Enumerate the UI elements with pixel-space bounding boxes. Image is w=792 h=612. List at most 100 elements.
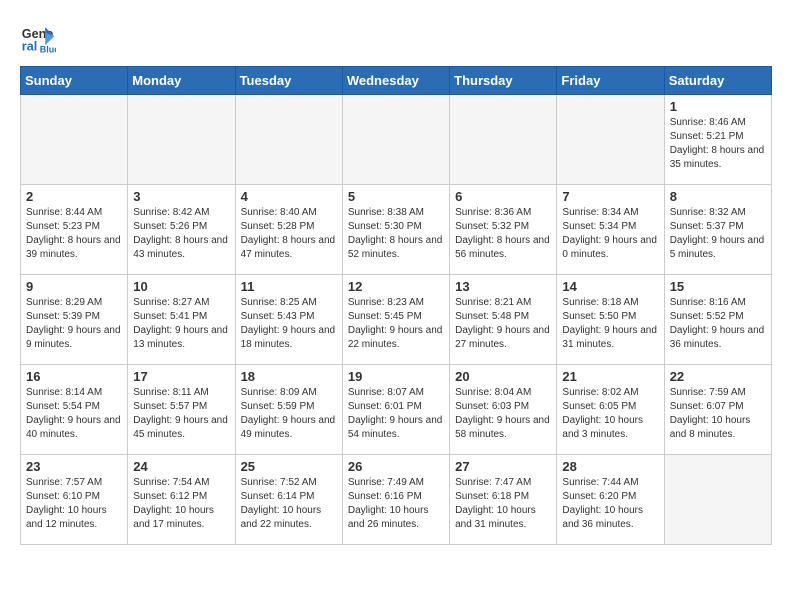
day-number: 22 <box>670 369 766 384</box>
day-info: Sunrise: 8:18 AM Sunset: 5:50 PM Dayligh… <box>562 296 658 352</box>
svg-text:ral: ral <box>22 40 37 54</box>
day-number: 18 <box>241 369 337 384</box>
week-row-3: 9Sunrise: 8:29 AM Sunset: 5:39 PM Daylig… <box>21 275 772 365</box>
svg-text:Blue: Blue <box>40 44 56 54</box>
day-info: Sunrise: 8:07 AM Sunset: 6:01 PM Dayligh… <box>348 386 444 442</box>
day-info: Sunrise: 7:47 AM Sunset: 6:18 PM Dayligh… <box>455 476 551 532</box>
calendar-cell: 5 Sunrise: 8:38 AM Sunset: 5:30 PM Daylig… <box>342 185 449 275</box>
calendar-cell: 3Sunrise: 8:42 AM Sunset: 5:26 PM Daylig… <box>128 185 235 275</box>
day-number: 27 <box>455 459 551 474</box>
day-number: 25 <box>241 459 337 474</box>
calendar-cell: 9Sunrise: 8:29 AM Sunset: 5:39 PM Daylig… <box>21 275 128 365</box>
calendar-cell: 26 Sunrise: 7:49 AM Sunset: 6:16 PM Dayli… <box>342 455 449 545</box>
calendar-cell: 19 Sunrise: 8:07 AM Sunset: 6:01 PM Dayli… <box>342 365 449 455</box>
calendar-cell <box>128 95 235 185</box>
day-info: Sunrise: 8:36 AM Sunset: 5:32 PM Dayligh… <box>455 206 551 262</box>
day-info: Sunrise: 8:21 AM Sunset: 5:48 PM Dayligh… <box>455 296 551 352</box>
day-number: 19 <box>348 369 444 384</box>
calendar-cell: 15Sunrise: 8:16 AM Sunset: 5:52 PM Dayli… <box>664 275 771 365</box>
calendar-cell <box>450 95 557 185</box>
day-info: Sunrise: 8:02 AM Sunset: 6:05 PM Dayligh… <box>562 386 658 442</box>
page-header: Gene ral Blue <box>20 20 772 56</box>
day-number: 15 <box>670 279 766 294</box>
day-number: 1 <box>670 99 766 114</box>
calendar-header: SundayMondayTuesdayWednesdayThursdayFrid… <box>21 67 772 95</box>
calendar-cell: 4Sunrise: 8:40 AM Sunset: 5:28 PM Daylig… <box>235 185 342 275</box>
week-row-2: 2 Sunrise: 8:44 AM Sunset: 5:23 PM Daylig… <box>21 185 772 275</box>
day-number: 7 <box>562 189 658 204</box>
day-number: 14 <box>562 279 658 294</box>
calendar-cell <box>557 95 664 185</box>
day-number: 4 <box>241 189 337 204</box>
weekday-header-saturday: Saturday <box>664 67 771 95</box>
day-number: 6 <box>455 189 551 204</box>
weekday-header-tuesday: Tuesday <box>235 67 342 95</box>
weekday-header-sunday: Sunday <box>21 67 128 95</box>
calendar-cell: 20 Sunrise: 8:04 AM Sunset: 6:03 PM Dayli… <box>450 365 557 455</box>
calendar-cell: 14 Sunrise: 8:18 AM Sunset: 5:50 PM Dayli… <box>557 275 664 365</box>
calendar-cell: 8 Sunrise: 8:32 AM Sunset: 5:37 PM Daylig… <box>664 185 771 275</box>
day-info: Sunrise: 7:57 AM Sunset: 6:10 PM Dayligh… <box>26 476 122 532</box>
day-number: 8 <box>670 189 766 204</box>
calendar-cell: 17 Sunrise: 8:11 AM Sunset: 5:57 PM Dayli… <box>128 365 235 455</box>
day-number: 2 <box>26 189 122 204</box>
day-info: Sunrise: 7:59 AM Sunset: 6:07 PM Dayligh… <box>670 386 766 442</box>
day-info: Sunrise: 8:38 AM Sunset: 5:30 PM Dayligh… <box>348 206 444 262</box>
calendar-cell: 10Sunrise: 8:27 AM Sunset: 5:41 PM Dayli… <box>128 275 235 365</box>
week-row-4: 16 Sunrise: 8:14 AM Sunset: 5:54 PM Dayli… <box>21 365 772 455</box>
calendar-cell: 2 Sunrise: 8:44 AM Sunset: 5:23 PM Daylig… <box>21 185 128 275</box>
day-number: 21 <box>562 369 658 384</box>
calendar-cell: 1 Sunrise: 8:46 AM Sunset: 5:21 PM Daylig… <box>664 95 771 185</box>
calendar-cell: 7 Sunrise: 8:34 AM Sunset: 5:34 PM Daylig… <box>557 185 664 275</box>
day-info: Sunrise: 8:11 AM Sunset: 5:57 PM Dayligh… <box>133 386 229 442</box>
calendar-cell: 28Sunrise: 7:44 AM Sunset: 6:20 PM Dayli… <box>557 455 664 545</box>
calendar-cell: 18 Sunrise: 8:09 AM Sunset: 5:59 PM Dayli… <box>235 365 342 455</box>
calendar-cell: 12 Sunrise: 8:23 AM Sunset: 5:45 PM Dayli… <box>342 275 449 365</box>
calendar-cell <box>342 95 449 185</box>
week-row-1: 1 Sunrise: 8:46 AM Sunset: 5:21 PM Daylig… <box>21 95 772 185</box>
calendar-table: SundayMondayTuesdayWednesdayThursdayFrid… <box>20 66 772 545</box>
calendar-cell: 16 Sunrise: 8:14 AM Sunset: 5:54 PM Dayli… <box>21 365 128 455</box>
day-number: 23 <box>26 459 122 474</box>
calendar-cell <box>235 95 342 185</box>
day-number: 17 <box>133 369 229 384</box>
day-info: Sunrise: 8:04 AM Sunset: 6:03 PM Dayligh… <box>455 386 551 442</box>
day-number: 5 <box>348 189 444 204</box>
day-number: 28 <box>562 459 658 474</box>
calendar-cell: 25 Sunrise: 7:52 AM Sunset: 6:14 PM Dayli… <box>235 455 342 545</box>
day-info: Sunrise: 8:27 AM Sunset: 5:41 PM Dayligh… <box>133 296 229 352</box>
day-info: Sunrise: 8:44 AM Sunset: 5:23 PM Dayligh… <box>26 206 122 262</box>
calendar-cell: 22 Sunrise: 7:59 AM Sunset: 6:07 PM Dayli… <box>664 365 771 455</box>
day-info: Sunrise: 8:14 AM Sunset: 5:54 PM Dayligh… <box>26 386 122 442</box>
day-info: Sunrise: 8:23 AM Sunset: 5:45 PM Dayligh… <box>348 296 444 352</box>
calendar-cell: 13 Sunrise: 8:21 AM Sunset: 5:48 PM Dayli… <box>450 275 557 365</box>
day-number: 3 <box>133 189 229 204</box>
weekday-header-friday: Friday <box>557 67 664 95</box>
day-number: 20 <box>455 369 551 384</box>
day-info: Sunrise: 8:32 AM Sunset: 5:37 PM Dayligh… <box>670 206 766 262</box>
day-number: 11 <box>241 279 337 294</box>
weekday-header-wednesday: Wednesday <box>342 67 449 95</box>
weekday-header-thursday: Thursday <box>450 67 557 95</box>
day-info: Sunrise: 7:49 AM Sunset: 6:16 PM Dayligh… <box>348 476 444 532</box>
day-number: 26 <box>348 459 444 474</box>
day-number: 12 <box>348 279 444 294</box>
day-info: Sunrise: 7:52 AM Sunset: 6:14 PM Dayligh… <box>241 476 337 532</box>
day-info: Sunrise: 8:34 AM Sunset: 5:34 PM Dayligh… <box>562 206 658 262</box>
day-info: Sunrise: 7:54 AM Sunset: 6:12 PM Dayligh… <box>133 476 229 532</box>
calendar-cell: 11 Sunrise: 8:25 AM Sunset: 5:43 PM Dayli… <box>235 275 342 365</box>
day-number: 24 <box>133 459 229 474</box>
calendar-cell: 6 Sunrise: 8:36 AM Sunset: 5:32 PM Daylig… <box>450 185 557 275</box>
day-info: Sunrise: 8:09 AM Sunset: 5:59 PM Dayligh… <box>241 386 337 442</box>
day-info: Sunrise: 8:46 AM Sunset: 5:21 PM Dayligh… <box>670 116 766 172</box>
day-number: 13 <box>455 279 551 294</box>
day-number: 9 <box>26 279 122 294</box>
weekday-row: SundayMondayTuesdayWednesdayThursdayFrid… <box>21 67 772 95</box>
day-number: 16 <box>26 369 122 384</box>
calendar-cell: 27 Sunrise: 7:47 AM Sunset: 6:18 PM Dayli… <box>450 455 557 545</box>
week-row-5: 23 Sunrise: 7:57 AM Sunset: 6:10 PM Dayli… <box>21 455 772 545</box>
calendar-cell: 21 Sunrise: 8:02 AM Sunset: 6:05 PM Dayli… <box>557 365 664 455</box>
day-info: Sunrise: 8:25 AM Sunset: 5:43 PM Dayligh… <box>241 296 337 352</box>
calendar-body: 1 Sunrise: 8:46 AM Sunset: 5:21 PM Daylig… <box>21 95 772 545</box>
weekday-header-monday: Monday <box>128 67 235 95</box>
